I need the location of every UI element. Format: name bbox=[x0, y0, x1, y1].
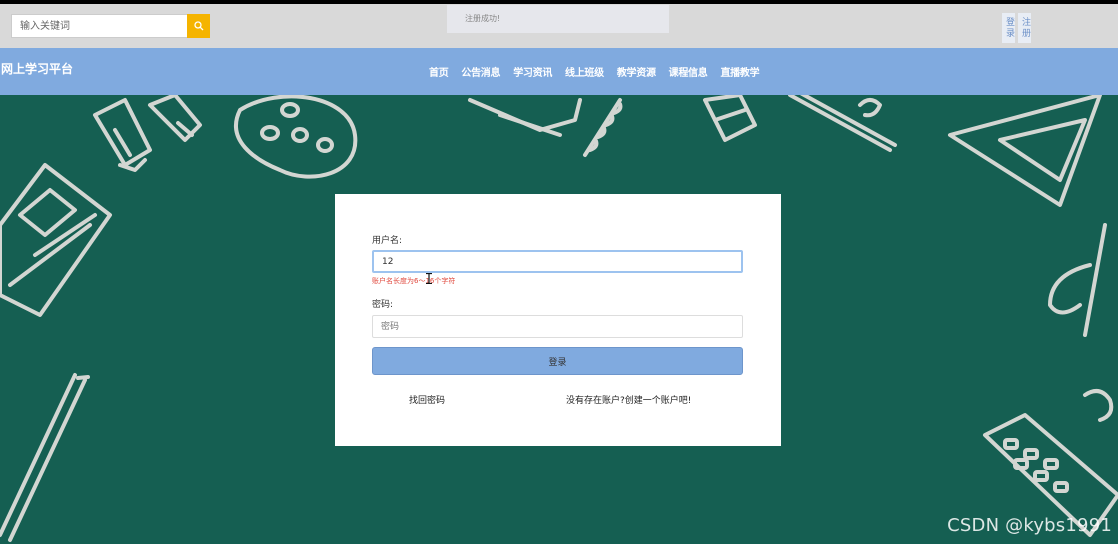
paint-tube-icon bbox=[148, 95, 202, 142]
nav-item-online-classes[interactable]: 线上班级 bbox=[562, 64, 607, 79]
username-error-message: 账户名长度为6～16个字符 bbox=[372, 277, 456, 285]
nav-item-news[interactable]: 学习资讯 bbox=[510, 64, 555, 79]
watermark: CSDN @kybs1991 bbox=[947, 515, 1112, 536]
pencil-icon bbox=[0, 373, 90, 542]
login-link[interactable]: 登录 bbox=[1002, 13, 1015, 43]
triangle-ruler-icon bbox=[948, 95, 1102, 207]
nav-item-announcements[interactable]: 公告消息 bbox=[458, 64, 503, 79]
nav-menu: 首页 公告消息 学习资讯 线上班级 教学资源 课程信息 直播教学 bbox=[426, 48, 769, 95]
search-button[interactable] bbox=[187, 14, 210, 38]
toast-message: 注册成功! bbox=[447, 5, 669, 33]
eraser-icon bbox=[703, 95, 757, 142]
paperclip-icon bbox=[1083, 389, 1114, 422]
register-link[interactable]: 注册 bbox=[1018, 13, 1031, 43]
nav-item-live-teaching[interactable]: 直播教学 bbox=[717, 64, 762, 79]
password-input[interactable] bbox=[372, 315, 743, 338]
login-card: 用户名: 账户名长度为6～16个字符 密码: 登录 找回密码 没有存在账户?创建… bbox=[335, 194, 781, 446]
nav-item-courses[interactable]: 课程信息 bbox=[666, 64, 711, 79]
scissors-icon bbox=[1048, 223, 1107, 337]
site-brand[interactable]: 网上学习平台 bbox=[1, 60, 73, 77]
text-cursor-icon bbox=[426, 273, 432, 284]
nav-item-resources[interactable]: 教学资源 bbox=[614, 64, 659, 79]
paint-tube-icon bbox=[93, 98, 152, 172]
book-icon bbox=[0, 163, 112, 317]
top-bar: 注册成功! 登录 注册 bbox=[0, 4, 1118, 48]
password-label: 密码: bbox=[372, 300, 394, 310]
nav-item-home[interactable]: 首页 bbox=[426, 64, 451, 79]
login-submit-button[interactable]: 登录 bbox=[372, 347, 743, 375]
forgot-password-link[interactable]: 找回密码 bbox=[409, 393, 445, 406]
pen-icon bbox=[788, 95, 897, 152]
search-input[interactable] bbox=[11, 14, 187, 38]
username-input[interactable] bbox=[372, 250, 743, 273]
palette-icon bbox=[234, 95, 358, 179]
main-navbar: 网上学习平台 首页 公告消息 学习资讯 线上班级 教学资源 课程信息 直播教学 bbox=[0, 48, 1118, 95]
search-icon bbox=[193, 21, 203, 31]
create-account-link[interactable]: 没有存在账户?创建一个账户吧! bbox=[566, 393, 691, 406]
username-label: 用户名: bbox=[372, 236, 403, 246]
pencil-case-icon bbox=[468, 98, 582, 137]
spiral-notebook-icon bbox=[583, 98, 623, 157]
